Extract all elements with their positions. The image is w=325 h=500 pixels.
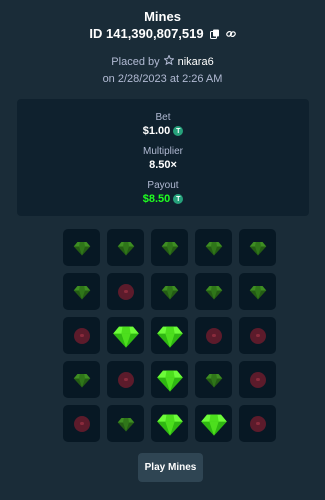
gem-icon xyxy=(156,326,183,348)
gem-icon xyxy=(117,417,134,431)
gem-icon xyxy=(205,241,222,255)
copy-icon[interactable] xyxy=(209,29,220,39)
tile-mine xyxy=(63,405,100,442)
gem-icon xyxy=(156,370,183,392)
tile-mine xyxy=(239,361,276,398)
tile-gem-revealed xyxy=(151,317,188,354)
mine-icon xyxy=(117,371,134,388)
mine-icon xyxy=(73,415,90,432)
username[interactable]: nikara6 xyxy=(178,56,214,68)
tether-coin-icon: T xyxy=(173,194,184,204)
tile-gem-revealed xyxy=(107,317,144,354)
tile-mine xyxy=(63,317,100,354)
multiplier-stat: Multiplier 8.50× xyxy=(17,146,309,171)
tile-gem xyxy=(195,273,232,310)
star-user-icon xyxy=(162,54,175,68)
placed-by-row: Placed by nikara6 xyxy=(0,54,325,68)
tile-gem-revealed xyxy=(195,405,232,442)
gem-icon xyxy=(161,241,178,255)
page-title: Mines xyxy=(144,9,181,24)
tile-gem xyxy=(195,361,232,398)
tile-mine xyxy=(107,361,144,398)
gem-icon xyxy=(73,241,90,255)
payout-value: $8.50 xyxy=(142,193,171,205)
mine-icon xyxy=(249,415,266,432)
gem-icon xyxy=(205,285,222,299)
gem-icon xyxy=(73,285,90,299)
payout-label: Payout xyxy=(147,180,179,191)
multiplier-label: Multiplier xyxy=(142,146,183,157)
tile-mine xyxy=(107,273,144,310)
mine-icon xyxy=(249,371,266,388)
bet-id: ID 141,390,807,519 xyxy=(89,26,204,41)
bet-date: on 2/28/2023 at 2:26 AM xyxy=(102,73,223,85)
bet-value-row: $1.00 T xyxy=(17,125,309,137)
tile-gem xyxy=(63,361,100,398)
mine-icon xyxy=(117,283,134,300)
gem-icon xyxy=(205,373,222,387)
tile-gem-revealed xyxy=(151,405,188,442)
tile-mine xyxy=(239,405,276,442)
tile-gem xyxy=(195,229,232,266)
tile-gem xyxy=(239,273,276,310)
gem-icon xyxy=(117,241,134,255)
gem-icon xyxy=(249,285,266,299)
tile-mine xyxy=(239,317,276,354)
gem-icon xyxy=(249,241,266,255)
tile-gem xyxy=(107,229,144,266)
payout-value-row: $8.50 T xyxy=(17,193,309,205)
mine-icon xyxy=(205,327,222,344)
gem-icon xyxy=(73,373,90,387)
gem-icon xyxy=(161,285,178,299)
mine-icon xyxy=(249,327,266,344)
tile-gem xyxy=(151,229,188,266)
gem-icon xyxy=(112,326,139,348)
tile-gem xyxy=(107,405,144,442)
bet-stat: Bet $1.00 T xyxy=(17,112,309,137)
tile-gem-revealed xyxy=(151,361,188,398)
mine-icon xyxy=(73,327,90,344)
bet-id-row: ID 141,390,807,519 xyxy=(0,26,325,41)
tile-gem xyxy=(63,229,100,266)
play-mines-button[interactable]: Play Mines xyxy=(138,453,203,482)
payout-stat: Payout $8.50 T xyxy=(17,180,309,205)
placed-by-label: Placed by xyxy=(111,55,160,68)
tile-gem xyxy=(63,273,100,310)
bet-value: $1.00 xyxy=(142,125,171,137)
bet-summary-panel: Bet $1.00 T Multiplier 8.50× Payout $8.5… xyxy=(17,99,309,216)
tether-coin-icon: T xyxy=(173,126,184,136)
multiplier-value: 8.50× xyxy=(149,159,177,171)
tile-gem xyxy=(151,273,188,310)
gem-icon xyxy=(200,414,227,436)
bet-label: Bet xyxy=(155,112,171,123)
link-icon[interactable] xyxy=(225,29,236,39)
mines-grid xyxy=(63,229,278,442)
gem-icon xyxy=(156,414,183,436)
tile-gem xyxy=(239,229,276,266)
tile-mine xyxy=(195,317,232,354)
